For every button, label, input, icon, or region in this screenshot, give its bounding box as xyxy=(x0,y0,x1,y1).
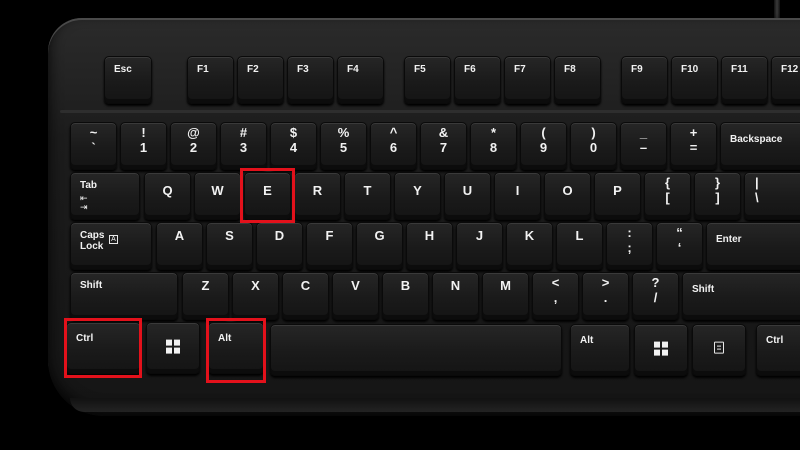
key-esc[interactable]: Esc xyxy=(104,56,152,104)
key-8[interactable]: * 8 xyxy=(470,122,517,170)
key-v[interactable]: V xyxy=(332,272,379,320)
key-9[interactable]: (9 xyxy=(520,122,567,170)
key-p[interactable]: P xyxy=(594,172,641,220)
key-f6[interactable]: F6 xyxy=(454,56,501,104)
key-7[interactable]: & 7 xyxy=(420,122,467,170)
key-n[interactable]: N xyxy=(432,272,479,320)
key-2[interactable]: @2 xyxy=(170,122,217,170)
keyboard-photo: Esc F1 F2 F3 F4 F5 F6 F7 F8 F9 F10 F11 F… xyxy=(0,0,800,450)
windows-logo-icon xyxy=(166,339,180,354)
key-f8[interactable]: F8 xyxy=(554,56,601,104)
key-tab[interactable]: Tab ⇤ ⇥ xyxy=(70,172,140,220)
key-z[interactable]: Z xyxy=(182,272,229,320)
key-o[interactable]: O xyxy=(544,172,591,220)
key-menu[interactable] xyxy=(692,324,746,376)
key-quote[interactable]: “‘ xyxy=(656,222,703,270)
key-a[interactable]: A xyxy=(156,222,203,270)
key-4[interactable]: $4 xyxy=(270,122,317,170)
key-semicolon[interactable]: :; xyxy=(606,222,653,270)
key-f4[interactable]: F4 xyxy=(337,56,384,104)
key-f2[interactable]: F2 xyxy=(237,56,284,104)
keyboard-front-edge xyxy=(70,398,800,412)
key-left-alt[interactable]: Alt xyxy=(208,322,264,374)
key-6[interactable]: ^ 6 xyxy=(370,122,417,170)
key-l[interactable]: L xyxy=(556,222,603,270)
function-row-divider xyxy=(60,110,800,113)
windows-logo-icon xyxy=(654,341,668,356)
context-menu-icon xyxy=(714,341,724,354)
key-left-shift[interactable]: Shift xyxy=(70,272,178,320)
key-left-bracket[interactable]: {[ xyxy=(644,172,691,220)
key-enter[interactable]: Enter xyxy=(706,222,800,270)
key-q[interactable]: Q xyxy=(144,172,191,220)
key-slash[interactable]: ? / xyxy=(632,272,679,320)
key-f12[interactable]: F12 xyxy=(771,56,800,104)
key-left-ctrl[interactable]: Ctrl xyxy=(66,322,141,374)
caps-lock-icon: A xyxy=(109,235,118,244)
key-1[interactable]: ! 1 xyxy=(120,122,167,170)
key-f9[interactable]: F9 xyxy=(621,56,668,104)
key-i[interactable]: I xyxy=(494,172,541,220)
key-m[interactable]: M xyxy=(482,272,529,320)
key-r[interactable]: R xyxy=(294,172,341,220)
tab-arrows-icon: ⇤ ⇥ xyxy=(80,193,88,212)
key-backslash[interactable]: | \ xyxy=(744,172,800,220)
key-j[interactable]: J xyxy=(456,222,503,270)
key-w[interactable]: W xyxy=(194,172,241,220)
key-caps-lock[interactable]: Caps Lock A xyxy=(70,222,152,270)
key-right-shift[interactable]: Shift xyxy=(682,272,800,320)
key-equals[interactable]: + = xyxy=(670,122,717,170)
key-spacebar[interactable] xyxy=(270,324,562,376)
key-right-windows[interactable] xyxy=(634,324,688,376)
key-e[interactable]: E xyxy=(244,172,291,220)
key-s[interactable]: S xyxy=(206,222,253,270)
key-left-windows[interactable] xyxy=(146,322,200,374)
key-d[interactable]: D xyxy=(256,222,303,270)
key-comma[interactable]: <, xyxy=(532,272,579,320)
key-f[interactable]: F xyxy=(306,222,353,270)
key-x[interactable]: X xyxy=(232,272,279,320)
key-h[interactable]: H xyxy=(406,222,453,270)
key-f5[interactable]: F5 xyxy=(404,56,451,104)
key-f11[interactable]: F11 xyxy=(721,56,768,104)
key-right-bracket[interactable]: }] xyxy=(694,172,741,220)
key-c[interactable]: C xyxy=(282,272,329,320)
key-minus[interactable]: _ – xyxy=(620,122,667,170)
key-0[interactable]: ) 0 xyxy=(570,122,617,170)
key-f7[interactable]: F7 xyxy=(504,56,551,104)
key-b[interactable]: B xyxy=(382,272,429,320)
key-t[interactable]: T xyxy=(344,172,391,220)
key-f1[interactable]: F1 xyxy=(187,56,234,104)
key-backspace[interactable]: Backspace xyxy=(720,122,800,170)
key-f10[interactable]: F10 xyxy=(671,56,718,104)
key-tilde[interactable]: ~ ` xyxy=(70,122,117,170)
key-y[interactable]: Y xyxy=(394,172,441,220)
key-f3[interactable]: F3 xyxy=(287,56,334,104)
key-3[interactable]: #3 xyxy=(220,122,267,170)
key-5[interactable]: % 5 xyxy=(320,122,367,170)
key-period[interactable]: >. xyxy=(582,272,629,320)
key-k[interactable]: K xyxy=(506,222,553,270)
key-u[interactable]: U xyxy=(444,172,491,220)
key-g[interactable]: G xyxy=(356,222,403,270)
key-right-ctrl[interactable]: Ctrl xyxy=(756,324,800,376)
key-right-alt[interactable]: Alt xyxy=(570,324,630,376)
